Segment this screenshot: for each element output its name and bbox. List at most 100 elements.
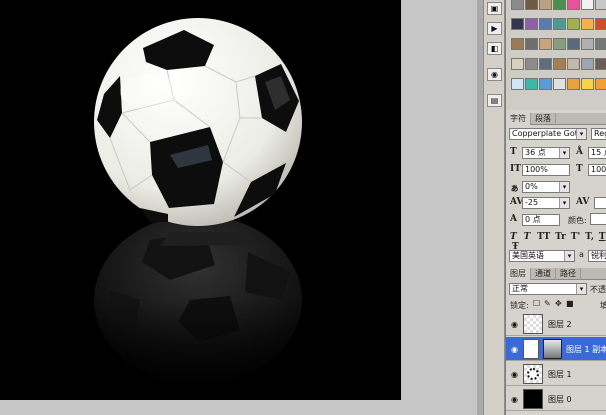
text-color-swatch[interactable] [590, 213, 606, 225]
color-swatch[interactable] [581, 78, 594, 90]
color-swatch[interactable] [525, 0, 538, 10]
superscript-button[interactable]: T' [571, 232, 580, 242]
color-swatch[interactable] [553, 58, 566, 70]
underline-button[interactable]: T [599, 232, 606, 242]
color-swatch[interactable] [595, 38, 606, 50]
layer-row-selected[interactable]: ◉ 图层 1 副本 [506, 337, 606, 361]
color-swatch[interactable] [553, 0, 566, 10]
layer-mask-thumbnail[interactable] [543, 339, 562, 359]
color-swatch[interactable] [553, 38, 566, 50]
color-swatch[interactable] [567, 18, 580, 30]
layer-row[interactable]: ◉ 图层 2 [506, 312, 606, 336]
navigator-icon[interactable]: ◉ [487, 68, 502, 81]
character-panel-tabs: 字符 段落 [506, 113, 606, 125]
color-swatch[interactable] [511, 18, 524, 30]
color-swatch[interactable] [567, 38, 580, 50]
kerning-field[interactable]: -25 ▾ [522, 197, 570, 209]
color-swatch[interactable] [525, 18, 538, 30]
color-swatch[interactable] [581, 38, 594, 50]
canvas-area[interactable] [0, 0, 477, 415]
horizontal-scale-field[interactable]: 100% [588, 164, 606, 176]
baseline-shift-value: 0 点 [525, 215, 541, 224]
eye-icon[interactable]: ◉ [509, 370, 520, 379]
color-swatch[interactable] [511, 38, 524, 50]
color-swatch[interactable] [595, 58, 606, 70]
color-swatch[interactable] [553, 18, 566, 30]
vertical-scale-field[interactable]: 100% [522, 164, 570, 176]
blend-mode-select[interactable]: 正常 ▾ [509, 283, 587, 295]
chevron-down-icon: ▾ [559, 182, 569, 192]
right-panels: 字符段落 Copperplate Got... ▾ Regu T 36 点 ▾ … [505, 0, 606, 415]
color-swatch[interactable] [539, 58, 552, 70]
color-swatch[interactable] [567, 0, 580, 10]
tab-channels[interactable]: 通道 [531, 268, 556, 280]
color-swatch[interactable] [539, 18, 552, 30]
leading-field[interactable]: 15 点 [588, 147, 606, 159]
color-swatch[interactable] [595, 78, 606, 90]
all-caps-button[interactable]: TT [537, 232, 550, 242]
color-swatch[interactable] [581, 0, 594, 10]
color-swatch[interactable] [539, 0, 552, 10]
color-swatch[interactable] [553, 78, 566, 90]
color-swatch[interactable] [567, 78, 580, 90]
layer-thumbnail [523, 364, 543, 384]
lock-position-icon[interactable]: ✥ [555, 299, 562, 308]
color-swatch[interactable] [539, 78, 552, 90]
subscript-button[interactable]: T, [585, 232, 594, 242]
color-swatch[interactable] [511, 78, 524, 90]
color-swatch[interactable] [581, 58, 594, 70]
faux-italic-button[interactable]: T [524, 232, 531, 242]
color-swatch[interactable] [567, 58, 580, 70]
layer-name: 图层 1 [548, 370, 572, 379]
color-swatch[interactable] [511, 0, 524, 10]
language-select[interactable]: 美国英语 ▾ [509, 250, 575, 262]
eye-icon[interactable]: ◉ [509, 320, 520, 329]
tab-paths[interactable]: 路径 [556, 268, 581, 280]
font-size-icon: T [510, 147, 517, 157]
tracking-percent-field[interactable]: 0% ▾ [522, 181, 570, 193]
lock-transparent-icon[interactable]: ☐ [533, 299, 540, 308]
actions-icon[interactable]: ▶ [487, 22, 502, 35]
horizontal-scale-icon: T [576, 164, 583, 174]
kerning-method-field[interactable] [594, 197, 606, 209]
color-swatch[interactable] [525, 58, 538, 70]
baseline-shift-icon: A [510, 214, 517, 224]
antialias-select[interactable]: 锐利 [588, 250, 606, 262]
tracking-percent-value: 0% [525, 182, 538, 191]
color-swatch[interactable] [581, 18, 594, 30]
chevron-down-icon: ▾ [576, 129, 586, 139]
info-icon[interactable]: ▤ [487, 94, 502, 107]
layer-name: 图层 1 副本 [566, 345, 606, 354]
lock-all-icon[interactable]: ■ [566, 299, 574, 308]
tab-paragraph[interactable]: 段落 [531, 113, 556, 125]
layer-row[interactable]: ◉ 图层 0 [506, 387, 606, 411]
color-swatch[interactable] [595, 18, 606, 30]
eye-icon[interactable]: ◉ [509, 345, 520, 354]
character-panel: 字符段落 Copperplate Got... ▾ Regu T 36 点 ▾ … [506, 113, 606, 265]
document-canvas[interactable] [0, 0, 401, 400]
color-swatch[interactable] [525, 38, 538, 50]
color-swatch[interactable] [511, 58, 524, 70]
layer-comps-icon[interactable]: ◧ [487, 42, 502, 55]
layers-panel: 图层通道路径 正常 ▾ 不透明 锁定: ☐ ✎ ✥ ■ 填 ◉ 图层 2 ◉ 图… [506, 268, 606, 415]
faux-bold-button[interactable]: T [510, 232, 517, 242]
font-style-select[interactable]: Regu [591, 128, 606, 140]
small-caps-button[interactable]: Tr [555, 232, 566, 242]
font-family-select[interactable]: Copperplate Got... ▾ [509, 128, 587, 140]
vertical-scale-icon: IT [510, 164, 521, 174]
eye-icon[interactable]: ◉ [509, 395, 520, 404]
tab-layers[interactable]: 图层 [506, 268, 531, 280]
color-swatch[interactable] [539, 38, 552, 50]
tab-character[interactable]: 字符 [506, 113, 531, 125]
color-swatch[interactable] [595, 0, 606, 10]
color-swatch[interactable] [525, 78, 538, 90]
chevron-down-icon: ▾ [559, 198, 569, 208]
font-size-field[interactable]: 36 点 ▾ [522, 147, 570, 159]
baseline-shift-field[interactable]: 0 点 [522, 214, 560, 226]
layer-thumbnail [523, 339, 539, 359]
history-icon[interactable]: ▣ [487, 2, 502, 15]
fill-label: 填 [600, 300, 606, 311]
lock-pixels-icon[interactable]: ✎ [544, 299, 551, 308]
layer-row[interactable]: ◉ 图层 1 [506, 362, 606, 386]
chevron-down-icon: ▾ [576, 284, 586, 294]
